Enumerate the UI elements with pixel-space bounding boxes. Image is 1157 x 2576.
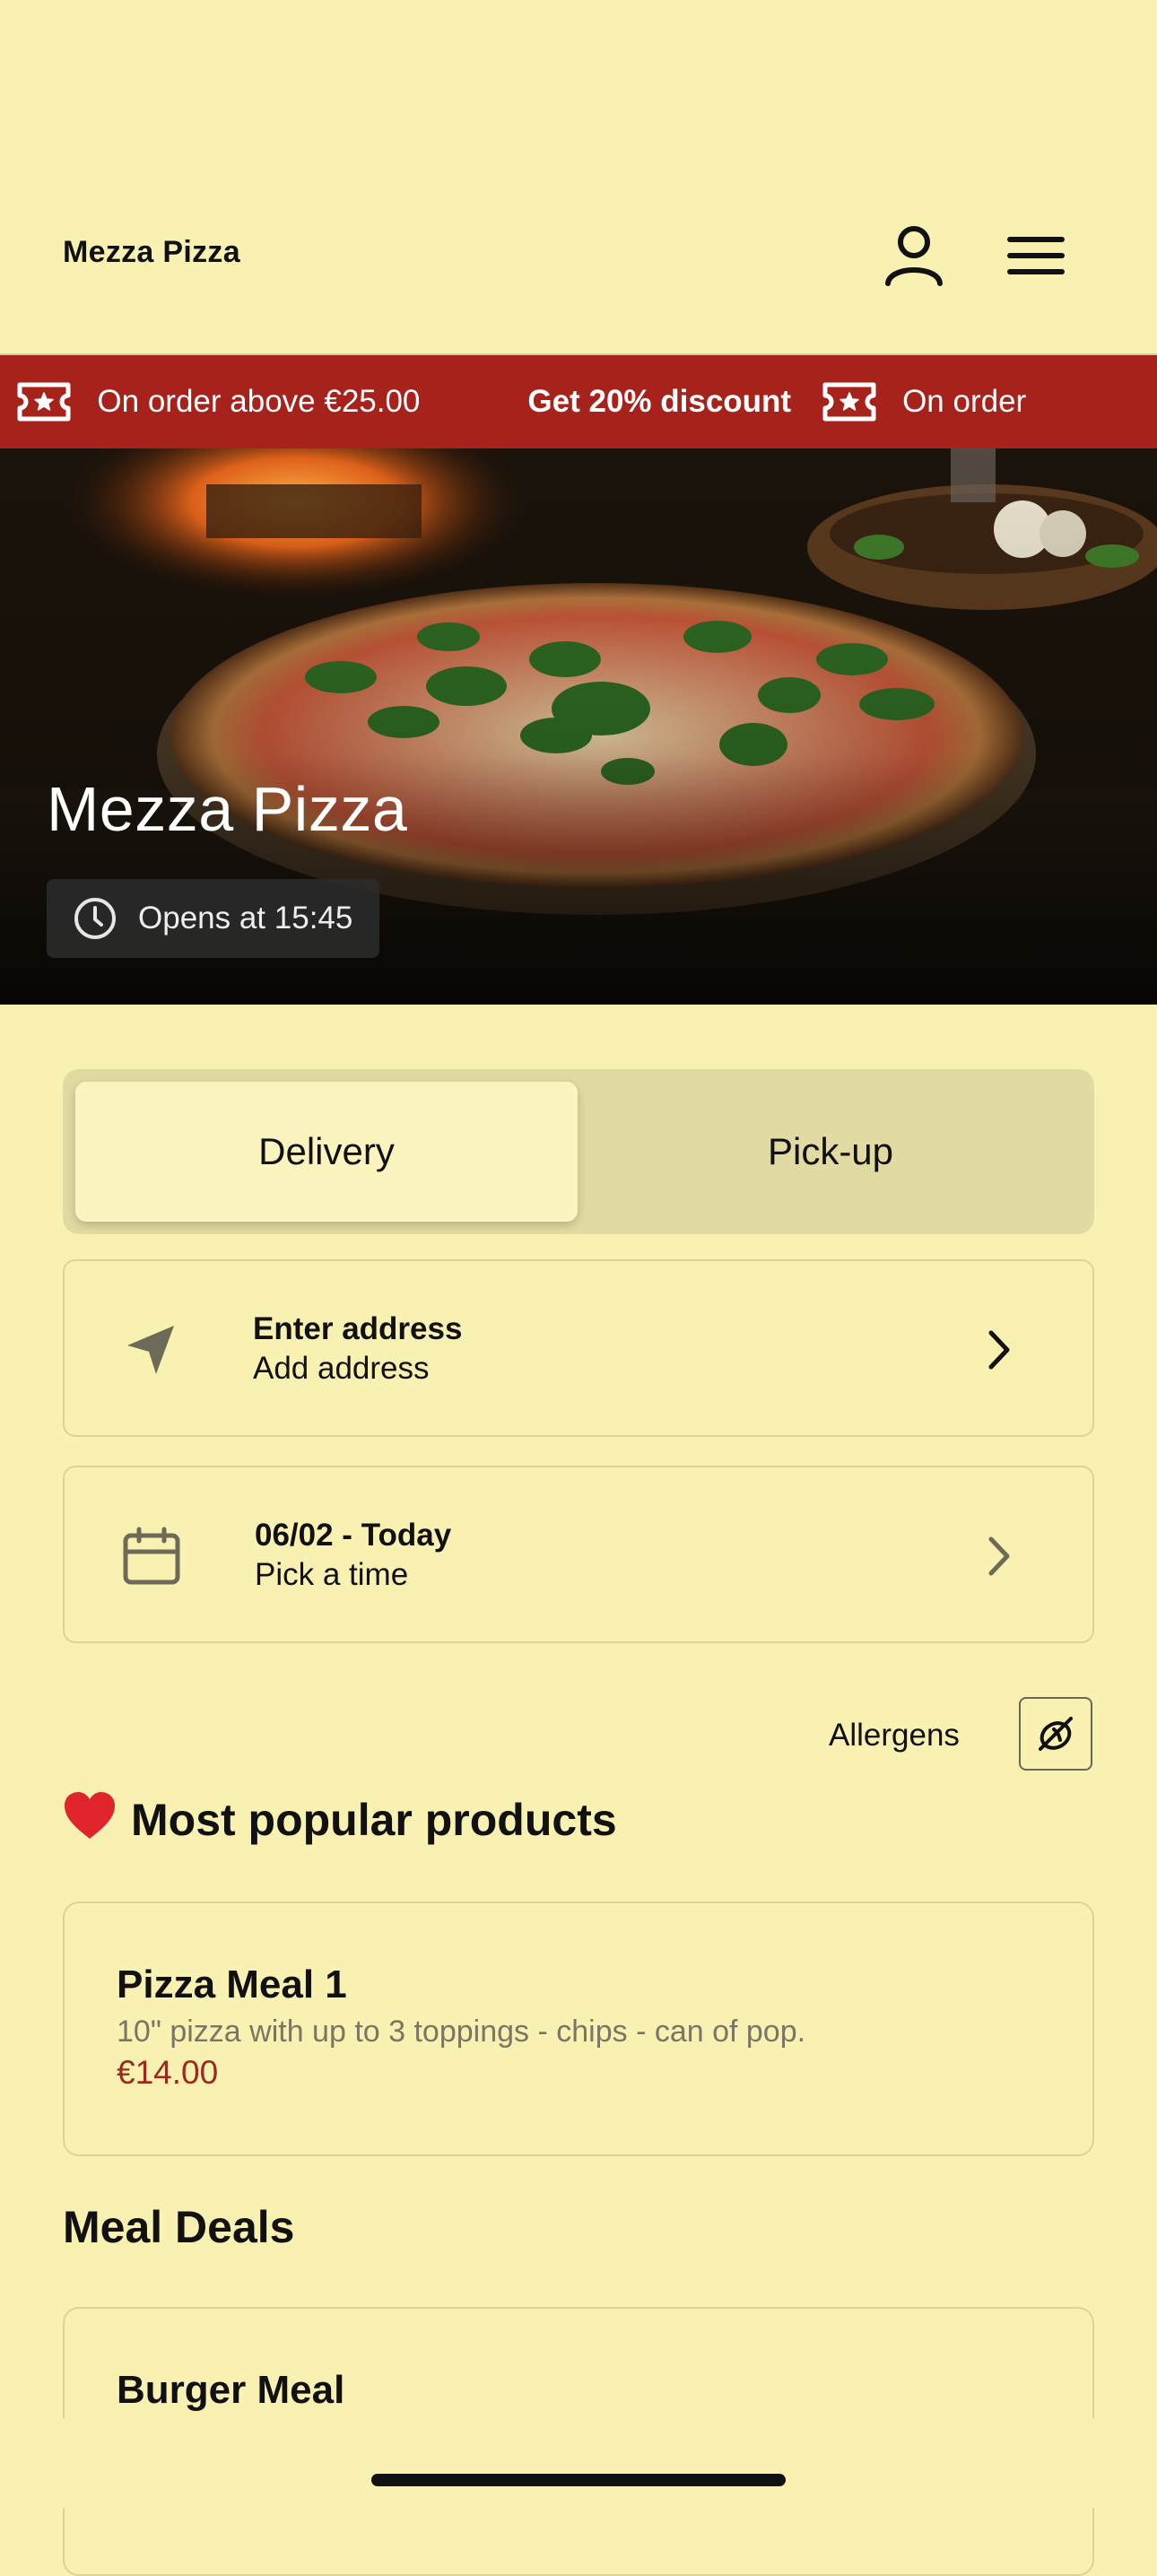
section-title-popular: Most popular products xyxy=(63,1790,617,1846)
allergens-filter-button[interactable] xyxy=(1019,1697,1092,1771)
ticket-icon xyxy=(822,379,877,424)
tab-delivery[interactable]: Delivery xyxy=(75,1082,578,1222)
address-row[interactable]: Enter address Add address xyxy=(63,1259,1094,1437)
section-title-text: Most popular products xyxy=(131,1795,617,1845)
promo-track: unt On order above €25.00 Get 20% discou… xyxy=(0,355,1026,448)
time-row[interactable]: 06/02 - Today Pick a time xyxy=(63,1466,1094,1643)
time-row-title: 06/02 - Today xyxy=(255,1518,452,1553)
app-header: Mezza Pizza xyxy=(0,0,1157,355)
allergen-icon xyxy=(1039,1717,1073,1751)
heart-icon xyxy=(65,1792,115,1839)
promo-banner: unt On order above €25.00 Get 20% discou… xyxy=(0,355,1157,448)
calendar-icon xyxy=(120,1525,183,1588)
product-name: Burger Meal xyxy=(117,2368,345,2412)
menu-icon[interactable] xyxy=(996,215,1076,296)
chevron-right-icon xyxy=(976,1326,1021,1374)
product-description: 10" pizza with up to 3 toppings - chips … xyxy=(117,2015,806,2049)
chevron-right-icon xyxy=(976,1532,1021,1580)
section-title-meal-deals: Meal Deals xyxy=(63,2202,295,2252)
time-row-subtitle: Pick a time xyxy=(255,1557,409,1592)
ticket-icon xyxy=(16,379,72,424)
location-arrow-icon xyxy=(120,1318,183,1381)
product-price: €14.00 xyxy=(117,2054,219,2091)
bottom-safe-area xyxy=(0,2418,1157,2508)
opening-status-text: Opens at 15:45 xyxy=(138,901,353,936)
address-row-title: Enter address xyxy=(253,1311,463,1346)
brand-name[interactable]: Mezza Pizza xyxy=(63,235,240,270)
home-indicator[interactable] xyxy=(371,2474,786,2486)
address-row-subtitle: Add address xyxy=(253,1351,430,1386)
user-icon[interactable] xyxy=(874,215,954,296)
promo-strong-text: Get 20% discount xyxy=(527,384,792,419)
restaurant-title: Mezza Pizza xyxy=(47,774,408,844)
allergens-label: Allergens xyxy=(829,1718,960,1753)
product-card[interactable]: Pizza Meal 1 10" pizza with up to 3 topp… xyxy=(63,1902,1094,2156)
tab-pickup[interactable]: Pick-up xyxy=(579,1082,1082,1222)
hero-banner: Mezza Pizza Opens at 15:45 xyxy=(0,448,1157,1005)
promo-light-text: On order above €25.00 xyxy=(97,384,421,419)
promo-light-text: On order xyxy=(902,384,1027,419)
clock-icon xyxy=(74,898,116,939)
product-name: Pizza Meal 1 xyxy=(117,1962,347,2006)
opening-status-badge: Opens at 15:45 xyxy=(47,879,380,958)
order-mode-toggle: Delivery Pick-up xyxy=(63,1069,1094,1234)
